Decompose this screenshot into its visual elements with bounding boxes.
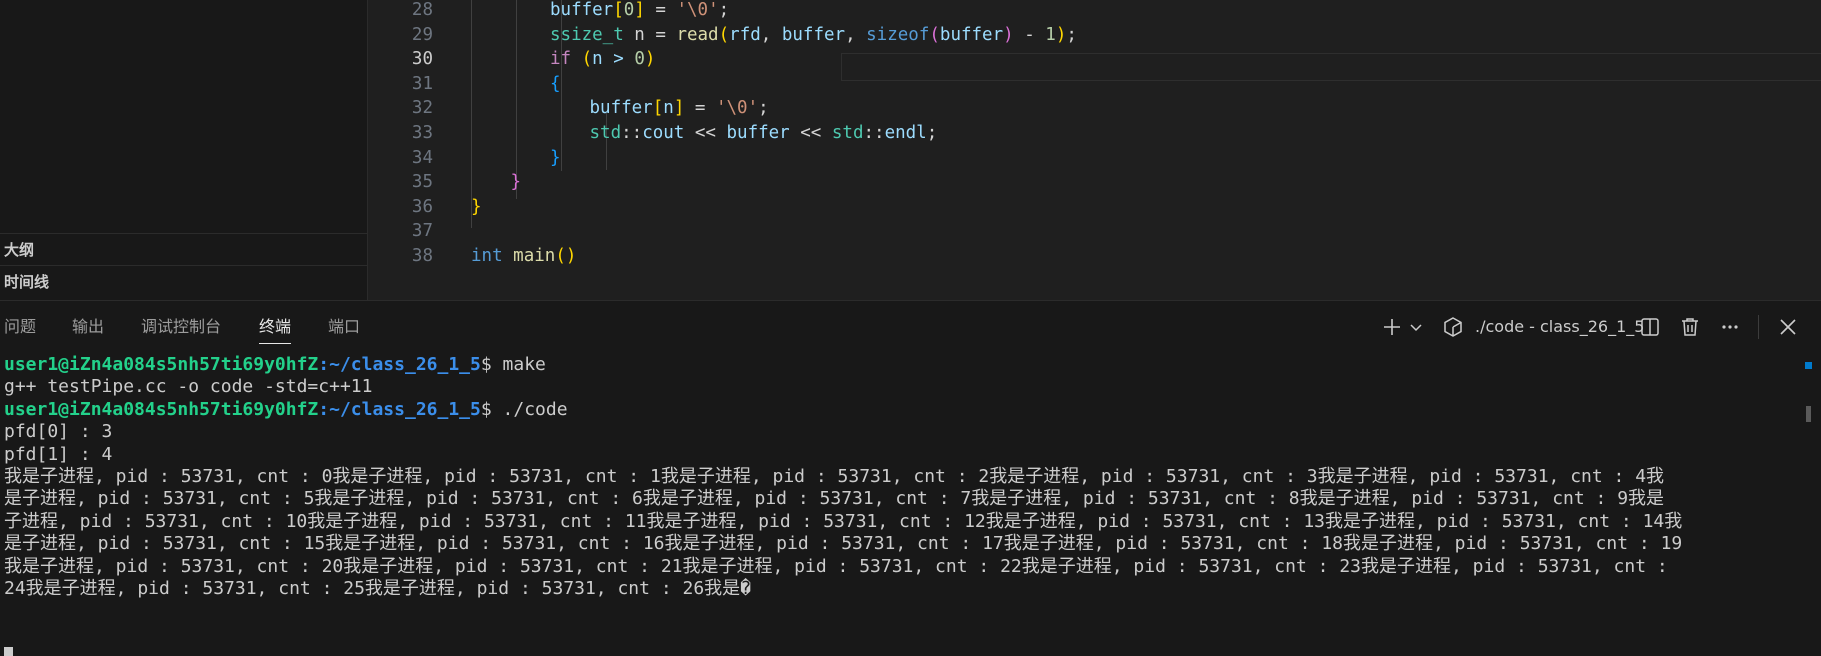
chevron-down-icon[interactable] <box>1408 315 1424 339</box>
tab-terminal[interactable]: 终端 <box>259 316 292 344</box>
prompt-path: :~/class_26_1_5 <box>318 398 481 420</box>
code-token: - <box>1013 24 1046 45</box>
code-token: ; <box>926 123 938 143</box>
code-token: ( <box>581 49 593 70</box>
tab-output[interactable]: 输出 <box>72 316 104 338</box>
plus-icon[interactable] <box>1380 315 1404 339</box>
trash-icon[interactable] <box>1678 315 1702 339</box>
code-token: ] <box>634 0 645 20</box>
code-token: cout <box>642 123 685 143</box>
code-token: :: <box>863 123 885 143</box>
code-token: sizeof <box>866 24 930 45</box>
terminal-scrollbar[interactable] <box>1806 406 1811 422</box>
code-token: std <box>589 123 622 143</box>
code-token: ( <box>718 24 730 45</box>
prompt-command: $ ./code <box>480 398 568 420</box>
code-token: endl <box>884 123 927 143</box>
code-token: rfd <box>729 24 761 45</box>
code-token: 0 <box>634 49 645 70</box>
terminal-cursor <box>4 647 13 656</box>
code-token: ; <box>758 98 769 119</box>
terminal-line: 24我是子进程, pid : 53731, cnt : 25我是子进程, pid… <box>4 578 752 599</box>
code-token: buffer <box>726 123 790 143</box>
code-token: buffer <box>550 0 614 20</box>
code-token: ( <box>929 24 940 45</box>
code-token: ; <box>718 0 730 20</box>
code-token: n <box>663 98 674 119</box>
code-token: = <box>644 0 677 20</box>
code-token: int <box>471 246 503 266</box>
code-token: if <box>550 49 572 70</box>
code-token: } <box>510 172 522 193</box>
code-editor[interactable]: 28 buffer[0] = '\0'; 29 ssize_t n = read(rf… <box>369 0 1821 300</box>
terminal-view[interactable]: user1@iZn4a084s5nh57ti69y0hfZ:~/class_26… <box>0 353 1821 656</box>
code-token: ) <box>644 49 656 70</box>
code-text: int main() <box>471 242 576 271</box>
code-token: , <box>845 24 867 45</box>
code-token: 0 <box>623 0 635 20</box>
code-token: :: <box>621 123 643 143</box>
toolbar-separator <box>1758 315 1759 339</box>
sidebar: 大纲 时间线 <box>0 0 368 300</box>
code-token: buffer <box>781 24 846 45</box>
section-divider <box>0 265 367 266</box>
section-divider <box>0 233 367 234</box>
prompt-command: $ make <box>480 354 546 375</box>
tab-ports[interactable]: 端口 <box>328 316 360 338</box>
code-token: std <box>831 123 864 143</box>
code-token: ) <box>1055 24 1067 45</box>
terminal-shell-icon <box>1442 316 1464 338</box>
code-token: ) <box>1003 24 1014 45</box>
code-token: '\0' <box>715 98 759 119</box>
code-token: buffer <box>939 24 1004 45</box>
code-token: 1 <box>1045 24 1056 45</box>
code-token: [ <box>652 98 664 119</box>
code-token: '\0' <box>676 0 719 20</box>
outline-section-header[interactable]: 大纲 <box>4 240 34 260</box>
code-token: << <box>789 123 832 143</box>
scrollbar-marker <box>1805 362 1812 369</box>
code-token: } <box>550 147 561 168</box>
code-token: [ <box>613 0 624 20</box>
code-token: n = <box>623 24 677 45</box>
prompt-user: user1@iZn4a084s5nh57ti69y0hfZ <box>4 398 319 420</box>
code-token: ] <box>673 98 685 119</box>
line-number: 38 <box>411 246 433 266</box>
code-token: read <box>676 24 719 45</box>
panel-tab-bar: 问题 输出 调试控制台 终端 端口 ./code - class_26_1_5 <box>0 301 1821 353</box>
code-token: } <box>471 196 482 217</box>
close-panel-icon[interactable] <box>1776 315 1800 339</box>
tab-problems[interactable]: 问题 <box>4 316 36 338</box>
code-token: main <box>513 246 556 266</box>
code-token: { <box>550 73 561 94</box>
code-token: buffer <box>589 98 653 119</box>
code-token: n > <box>592 49 635 70</box>
more-actions-icon[interactable] <box>1718 315 1742 339</box>
terminal-instance-label[interactable]: ./code - class_26_1_5 <box>1475 316 1644 338</box>
code-line[interactable]: 38 int main() <box>369 242 1821 271</box>
code-token: ssize_t <box>550 24 624 45</box>
prompt-user: user1@iZn4a084s5nh57ti69y0hfZ <box>4 354 319 375</box>
timeline-section-header[interactable]: 时间线 <box>4 272 49 292</box>
prompt-path: :~/class_26_1_5 <box>318 354 481 375</box>
code-token: << <box>684 123 727 143</box>
code-token: = <box>684 98 716 119</box>
tab-debug-console[interactable]: 调试控制台 <box>141 316 221 338</box>
code-token: , <box>760 24 782 45</box>
code-token: () <box>555 246 577 266</box>
code-token: ; <box>1066 24 1077 45</box>
split-terminal-icon[interactable] <box>1638 315 1662 339</box>
